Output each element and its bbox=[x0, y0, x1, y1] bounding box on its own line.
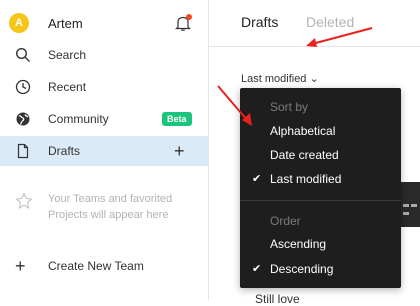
menu-item-alphabetical[interactable]: Alphabetical bbox=[240, 120, 401, 144]
sidebar-item-drafts[interactable]: Drafts + bbox=[0, 136, 208, 166]
sidebar-item-search[interactable]: Search bbox=[0, 40, 208, 70]
menu-item-label: Ascending bbox=[270, 237, 327, 251]
menu-item-label: Date created bbox=[270, 148, 339, 162]
checkmark-icon: ✔ bbox=[252, 173, 262, 185]
file-icon bbox=[17, 143, 29, 159]
create-team-button[interactable]: + Create New Team bbox=[0, 252, 208, 280]
teams-empty-text: Your Teams and favorited Projects will a… bbox=[48, 193, 173, 221]
sidebar-item-recent[interactable]: Recent bbox=[0, 72, 208, 102]
search-icon bbox=[15, 47, 30, 62]
sidebar-item-label: Recent bbox=[48, 80, 87, 94]
menu-item-label: Alphabetical bbox=[270, 124, 336, 138]
avatar: A bbox=[9, 13, 29, 33]
menu-item-label: Descending bbox=[270, 262, 334, 276]
new-draft-button[interactable]: + bbox=[174, 141, 185, 162]
menu-item-descending[interactable]: ✔ Descending bbox=[240, 258, 401, 282]
clock-icon bbox=[15, 79, 31, 95]
plus-icon: + bbox=[15, 256, 26, 276]
sort-menu: Sort by Alphabetical Date created ✔ Last… bbox=[240, 88, 401, 288]
sidebar-item-label: Drafts bbox=[48, 144, 81, 158]
create-team-label: Create New Team bbox=[48, 259, 144, 273]
tab-drafts[interactable]: Drafts bbox=[241, 14, 278, 30]
sidebar-item-label: Community bbox=[48, 112, 109, 126]
menu-divider bbox=[240, 200, 401, 201]
file-title[interactable]: Still love bbox=[255, 292, 300, 306]
notification-dot bbox=[186, 14, 192, 20]
order-header: Order bbox=[270, 214, 301, 228]
sidebar-item-label: Search bbox=[48, 48, 87, 62]
sort-by-header: Sort by bbox=[270, 100, 309, 114]
user-menu[interactable]: A Artem bbox=[0, 8, 208, 38]
teams-empty-state: Your Teams and favorited Projects will a… bbox=[0, 188, 208, 228]
menu-item-label: Last modified bbox=[270, 172, 342, 186]
menu-item-ascending[interactable]: Ascending bbox=[240, 233, 401, 257]
sidebar: A Artem Search Recent Community Beta Dra… bbox=[0, 0, 209, 300]
file-thumbnail[interactable] bbox=[400, 182, 420, 227]
user-name: Artem bbox=[48, 16, 83, 31]
sidebar-item-community[interactable]: Community Beta bbox=[0, 104, 208, 134]
beta-badge: Beta bbox=[162, 112, 192, 126]
annotation-arrow-deleted bbox=[306, 27, 373, 47]
checkmark-icon: ✔ bbox=[252, 263, 262, 275]
menu-item-date-created[interactable]: Date created bbox=[240, 144, 401, 168]
star-icon bbox=[15, 192, 33, 210]
globe-icon bbox=[16, 112, 30, 126]
annotation-arrow-sort bbox=[217, 85, 252, 126]
menu-item-last-modified[interactable]: ✔ Last modified bbox=[240, 168, 401, 192]
